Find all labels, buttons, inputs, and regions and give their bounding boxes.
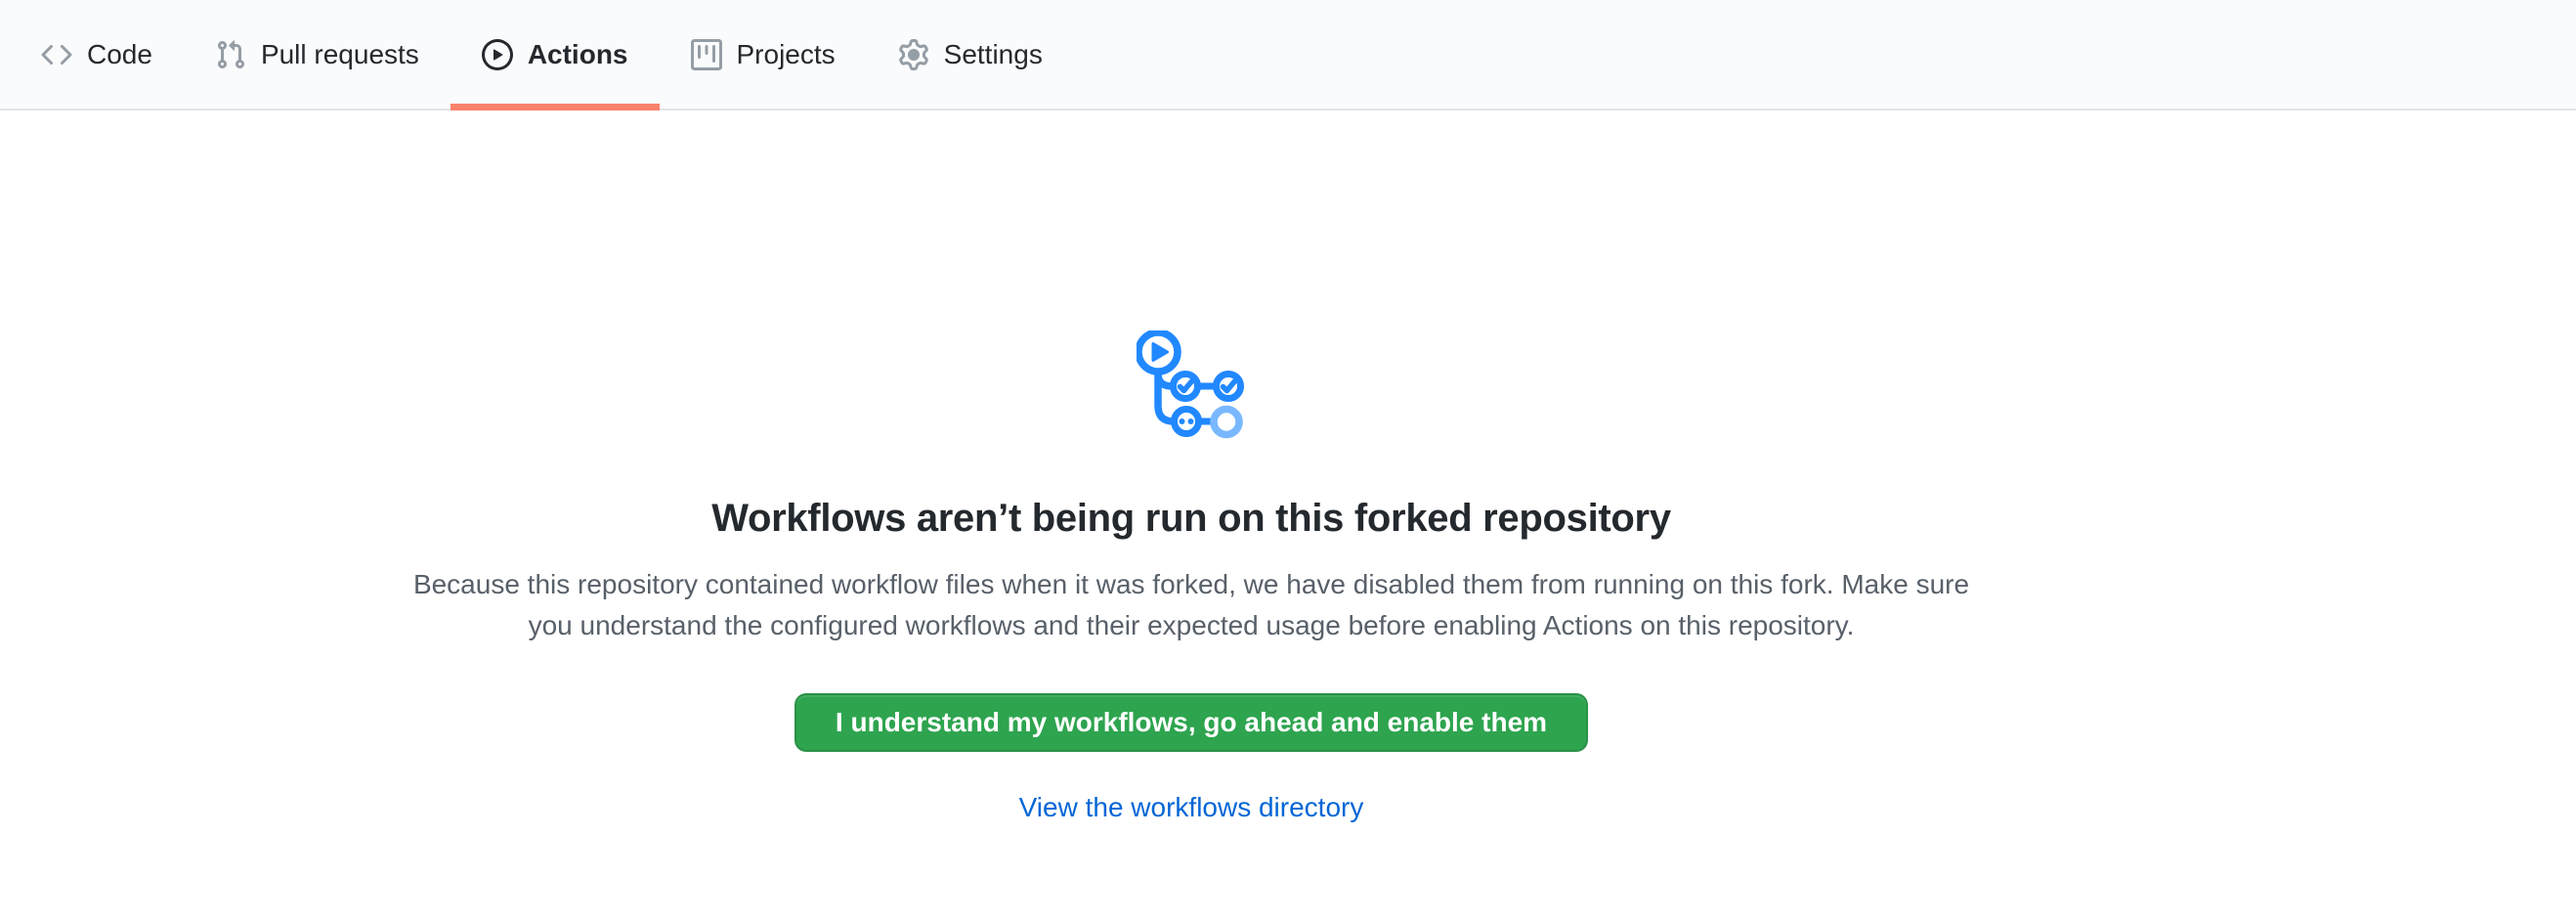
view-workflows-directory-link[interactable]: View the workflows directory: [1019, 793, 1364, 822]
project-board-icon: [691, 39, 722, 70]
repo-nav: Code Pull requests Actions Projects Sett…: [0, 0, 2576, 110]
tab-actions-label: Actions: [528, 41, 628, 68]
blankslate-description: Because this repository contained workfl…: [390, 564, 1993, 646]
tab-projects[interactable]: Projects: [660, 0, 867, 109]
blankslate-heading: Workflows aren’t being run on this forke…: [0, 494, 2383, 543]
enable-workflows-button[interactable]: I understand my workflows, go ahead and …: [794, 693, 1588, 752]
tab-code-label: Code: [87, 41, 152, 68]
gear-icon: [898, 39, 929, 70]
code-icon: [41, 39, 72, 70]
tab-settings[interactable]: Settings: [867, 0, 1074, 109]
tab-projects-label: Projects: [737, 41, 836, 68]
git-pull-request-icon: [215, 39, 246, 70]
tab-actions[interactable]: Actions: [451, 0, 660, 109]
actions-blankslate: Workflows aren’t being run on this forke…: [0, 110, 2383, 822]
tab-settings-label: Settings: [944, 41, 1043, 68]
tab-pull-requests[interactable]: Pull requests: [184, 0, 451, 109]
tab-pull-requests-label: Pull requests: [261, 41, 419, 68]
play-circle-icon: [482, 39, 513, 70]
workflow-graph-icon: [1137, 330, 1246, 445]
tab-code[interactable]: Code: [10, 0, 184, 109]
